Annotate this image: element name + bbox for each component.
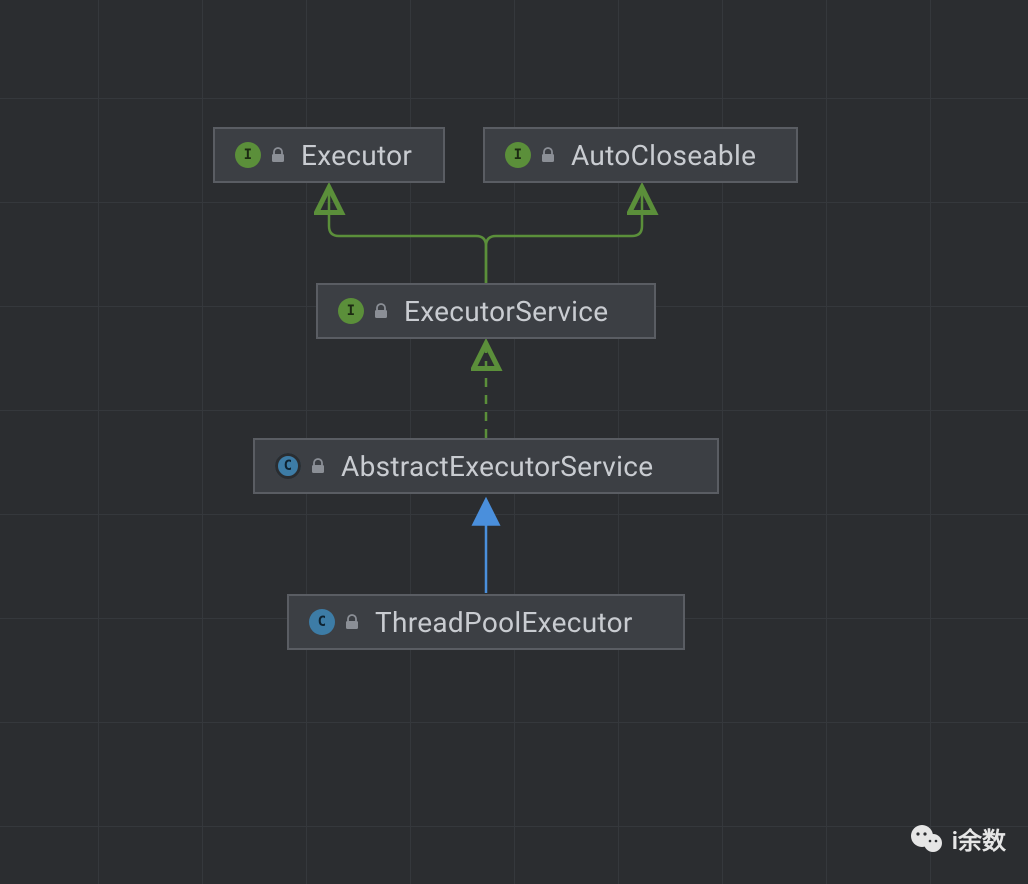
node-label: Executor [301,139,412,172]
lock-icon [269,146,287,164]
watermark: i余数 [910,821,1006,856]
node-autocloseable[interactable]: I AutoCloseable [483,127,798,183]
node-label: AutoCloseable [571,139,756,172]
node-executor[interactable]: I Executor [213,127,445,183]
node-label: AbstractExecutorService [341,450,653,483]
diagram-canvas: I Executor I AutoCloseable I ExecutorSer… [0,0,1028,884]
lock-icon [343,613,361,631]
wechat-icon [910,822,944,856]
interface-icon: I [235,142,261,168]
interface-icon: I [338,298,364,324]
edge-executorservice-executor [329,190,486,283]
class-icon: C [309,609,335,635]
node-abstractexecutorservice[interactable]: C AbstractExecutorService [253,438,719,494]
node-label: ExecutorService [404,295,608,328]
edge-executorservice-autocloseable [486,190,642,283]
lock-icon [309,457,327,475]
interface-icon: I [505,142,531,168]
watermark-label: i余数 [952,821,1006,856]
node-executorservice[interactable]: I ExecutorService [316,283,656,339]
node-label: ThreadPoolExecutor [375,606,633,639]
lock-icon [539,146,557,164]
abstract-class-icon: C [275,453,301,479]
node-threadpoolexecutor[interactable]: C ThreadPoolExecutor [287,594,685,650]
lock-icon [372,302,390,320]
